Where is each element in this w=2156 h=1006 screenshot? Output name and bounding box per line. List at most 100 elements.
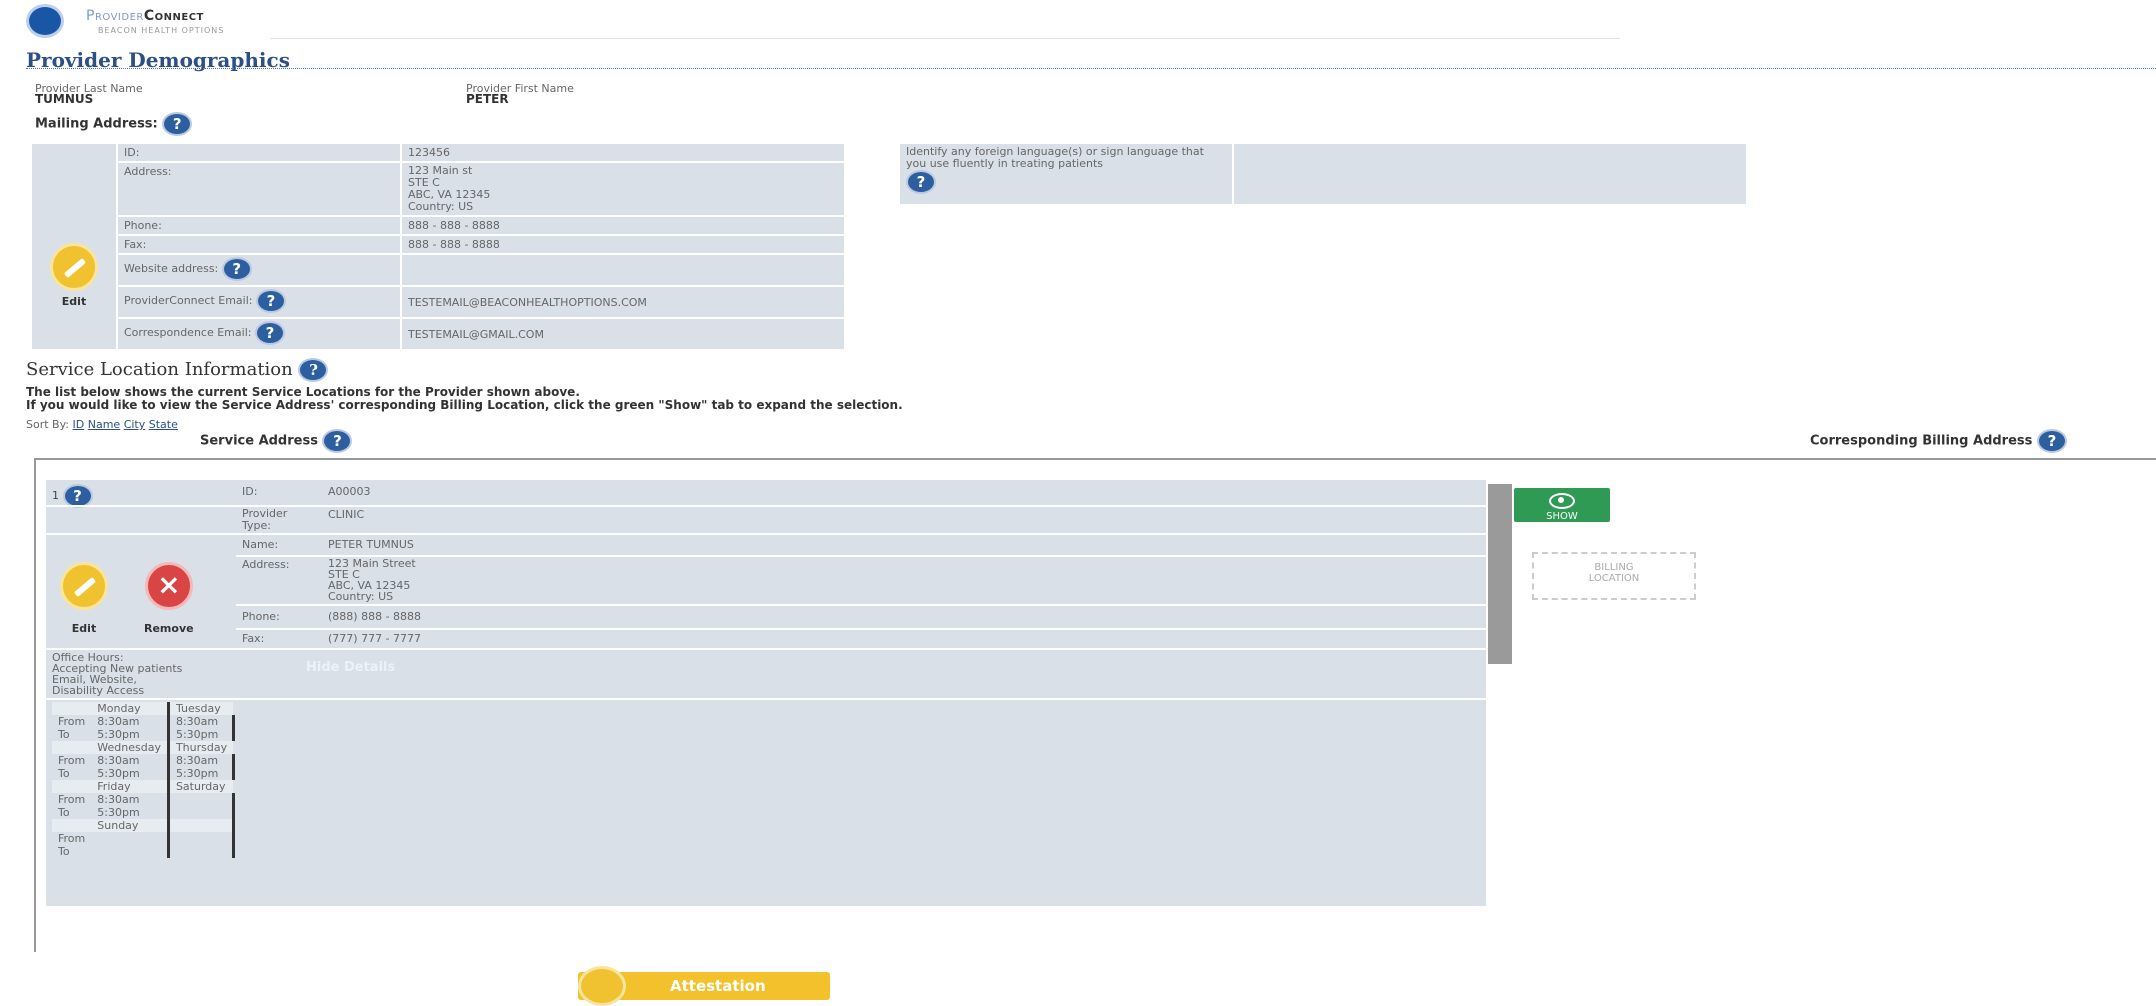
sort-id-link[interactable]: ID xyxy=(73,418,85,431)
remove-location-button[interactable]: × Remove xyxy=(144,562,194,635)
row-value: TESTEMAIL@BEACONHEALTHOPTIONS.COM xyxy=(400,285,846,319)
sort-name-link[interactable]: Name xyxy=(88,418,120,431)
eye-icon xyxy=(1549,493,1575,509)
table-row: Sunday xyxy=(52,819,235,832)
mailing-address-table: Edit ID: 123456 Address: 123 Main st STE… xyxy=(30,142,846,351)
office-hours-grid: Monday Tuesday From 8:30am 8:30am To 5:3… xyxy=(52,702,235,858)
day-label: Friday xyxy=(91,780,170,793)
help-icon[interactable]: ? xyxy=(256,289,286,313)
row-label-cell: Correspondence Email: ? xyxy=(116,317,402,351)
row-value: TESTEMAIL@GMAIL.COM xyxy=(400,317,846,351)
logo-subtitle: BEACON HEALTH OPTIONS xyxy=(98,26,225,35)
row-divider xyxy=(46,698,1486,700)
day-label: Saturday xyxy=(168,780,234,793)
loc-name-value: PETER TUMNUS xyxy=(328,538,414,551)
row-label: Website address: xyxy=(124,262,219,275)
location-details: Office Hours: Accepting New patients Ema… xyxy=(52,651,183,697)
row-divider xyxy=(46,648,1486,650)
help-icon[interactable]: ? xyxy=(2036,429,2067,453)
row-label: Phone: xyxy=(116,215,402,236)
pencil-icon xyxy=(578,966,626,1006)
row-label: ID: xyxy=(116,142,402,163)
service-location-title: Service Location Information ? xyxy=(26,358,329,382)
pencil-icon xyxy=(60,562,108,610)
row-value xyxy=(400,253,846,287)
loc-name-label: Name: xyxy=(242,538,279,551)
table-row: ProviderConnect Email: ? TESTEMAIL@BEACO… xyxy=(31,285,846,319)
title-underline xyxy=(26,68,2156,69)
row-divider xyxy=(236,604,1486,606)
loc-fax-value: (777) 777 - 7777 xyxy=(328,632,422,645)
row-label-cell: Website address: ? xyxy=(116,253,402,287)
office-hours-table: Monday Tuesday From 8:30am 8:30am To 5:3… xyxy=(52,702,235,858)
edit-location-button[interactable]: Edit xyxy=(60,562,108,635)
table-row: Friday Saturday xyxy=(52,780,234,793)
table-row: Address: 123 Main st STE C ABC, VA 12345… xyxy=(31,161,846,217)
sort-state-link[interactable]: State xyxy=(149,418,178,431)
loc-phone-value: (888) 888 - 8888 xyxy=(328,610,422,623)
help-icon[interactable]: ? xyxy=(298,358,329,382)
logo-brand: ProviderConnect xyxy=(86,8,204,24)
language-table: Identify any foreign language(s) or sign… xyxy=(898,142,1748,206)
help-icon[interactable]: ? xyxy=(162,112,193,136)
table-row: To 5:30pm 5:30pm xyxy=(52,767,235,780)
loc-id-value: A00003 xyxy=(328,485,371,498)
last-name-value: TUMNUS xyxy=(35,92,94,106)
day-label: Sunday xyxy=(91,819,170,832)
show-billing-button[interactable]: SHOW xyxy=(1514,488,1610,522)
row-label: Address: xyxy=(116,161,402,217)
table-row: Wednesday Thursday xyxy=(52,741,234,754)
first-name-value: PETER xyxy=(466,92,509,106)
language-block: Identify any foreign language(s) or sign… xyxy=(898,142,1748,206)
mailing-address-label: Mailing Address: ? xyxy=(35,112,193,136)
day-label: Thursday xyxy=(168,741,234,754)
help-icon[interactable]: ? xyxy=(906,170,936,194)
table-row: From 8:30am 8:30am xyxy=(52,715,235,728)
language-prompt: Identify any foreign language(s) or sign… xyxy=(906,145,1204,170)
scrollbar-thumb[interactable] xyxy=(1488,484,1512,664)
table-row: Fax: 888 - 888 - 8888 xyxy=(31,234,846,255)
service-intro-line1: The list below shows the current Service… xyxy=(26,385,580,399)
table-row: Correspondence Email: ? TESTEMAIL@GMAIL.… xyxy=(31,317,846,351)
language-prompt-cell: Identify any foreign language(s) or sign… xyxy=(898,142,1234,206)
day-label: Monday xyxy=(91,702,170,715)
table-row: To 5:30pm xyxy=(52,806,235,819)
language-value xyxy=(1232,142,1748,206)
loc-type-label: Provider Type: xyxy=(242,507,288,532)
row-value: 123456 xyxy=(400,142,846,163)
table-row: From 8:30am xyxy=(52,793,235,806)
mailing-address-block: Edit ID: 123456 Address: 123 Main st STE… xyxy=(30,142,846,351)
row-label: Fax: xyxy=(116,234,402,255)
help-icon[interactable]: ? xyxy=(221,257,252,281)
table-row: Website address: ? xyxy=(31,253,846,287)
row-value: 123 Main st STE C ABC, VA 12345 Country:… xyxy=(400,161,846,217)
table-row: To 5:30pm 5:30pm xyxy=(52,728,235,741)
logo-mark-icon xyxy=(26,4,64,38)
table-row: From 8:30am 8:30am xyxy=(52,754,235,767)
row-label: ProviderConnect Email: xyxy=(124,294,253,307)
table-row: Monday Tuesday xyxy=(52,702,234,715)
table-row: Phone: 888 - 888 - 8888 xyxy=(31,215,846,236)
loc-address-value: 123 Main Street STE C ABC, VA 12345 Coun… xyxy=(328,557,416,603)
help-icon[interactable]: ? xyxy=(322,429,353,453)
loc-phone-label: Phone: xyxy=(242,610,280,623)
row-label-cell: ProviderConnect Email: ? xyxy=(116,285,402,319)
loc-address-label: Address: xyxy=(242,558,290,571)
row-divider xyxy=(46,533,1486,535)
hide-details-link[interactable]: Hide Details xyxy=(306,660,395,675)
loc-id-label: ID: xyxy=(242,485,258,498)
edit-mailing-button[interactable]: Edit xyxy=(38,243,110,308)
loc-type-value: CLINIC xyxy=(328,508,365,521)
billing-address-header: Corresponding Billing Address ? xyxy=(1810,429,2067,453)
table-row: Edit ID: 123456 xyxy=(30,142,846,351)
row-value: 888 - 888 - 8888 xyxy=(400,234,846,255)
help-icon[interactable]: ? xyxy=(254,321,285,345)
pencil-icon xyxy=(50,243,98,291)
service-intro-line2: If you would like to view the Service Ad… xyxy=(26,398,903,412)
remove-x-icon: × xyxy=(144,562,193,610)
table-row: Identify any foreign language(s) or sign… xyxy=(898,142,1748,206)
loc-fax-label: Fax: xyxy=(242,632,265,645)
sort-city-link[interactable]: City xyxy=(124,418,146,431)
attestation-button[interactable]: Attestation xyxy=(578,966,830,1006)
day-label: Wednesday xyxy=(91,741,170,754)
